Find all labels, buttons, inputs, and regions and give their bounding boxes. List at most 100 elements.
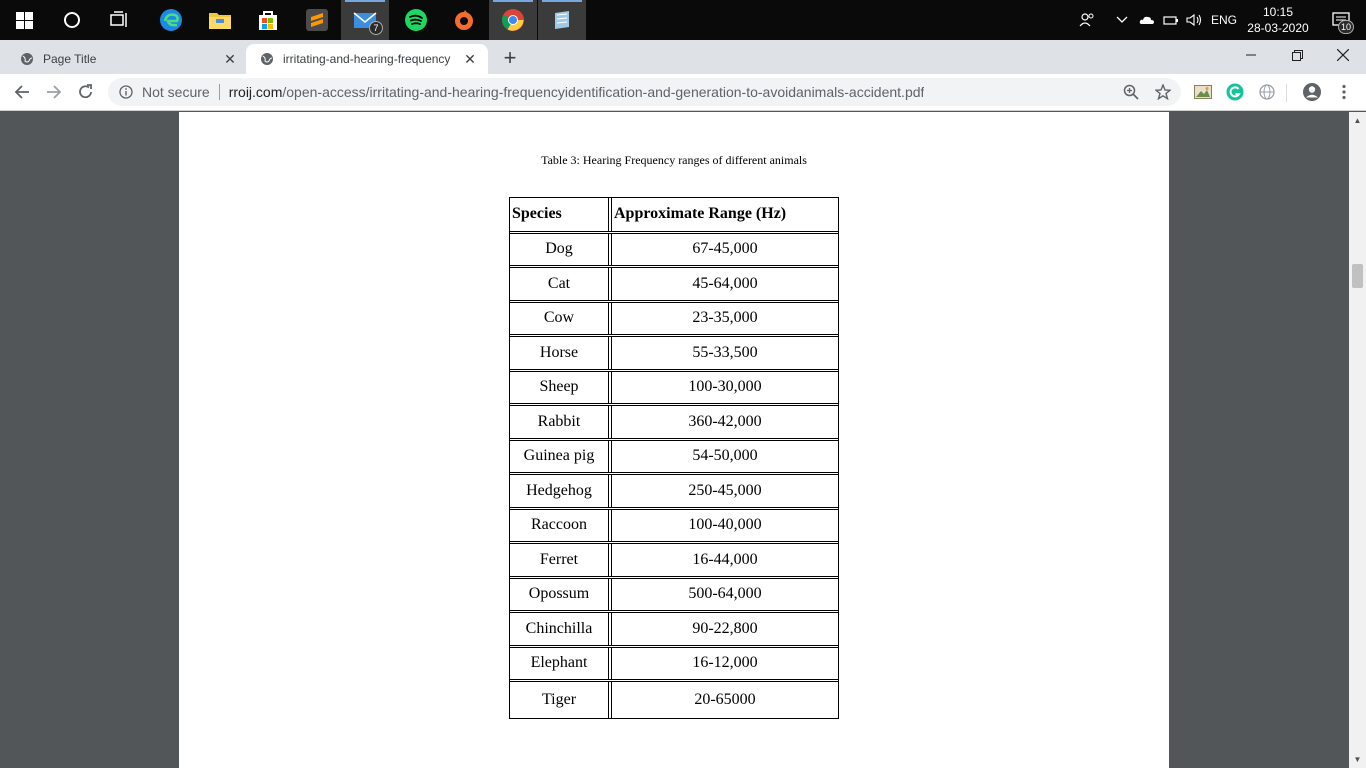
- back-button[interactable]: [8, 78, 36, 106]
- image-extension-button[interactable]: [1191, 80, 1215, 104]
- grammarly-extension-button[interactable]: [1223, 80, 1247, 104]
- minimize-icon: [1246, 54, 1256, 56]
- address-bar[interactable]: Not secure rroij.com/open-access/irritat…: [108, 78, 1181, 106]
- battery-icon: [1163, 16, 1178, 25]
- restore-icon: [1291, 49, 1303, 61]
- range-cell: 250-45,000: [611, 475, 838, 507]
- species-cell: Rabbit: [510, 406, 609, 438]
- restore-button[interactable]: [1274, 40, 1320, 70]
- url-text[interactable]: rroij.com/open-access/irritating-and-hea…: [229, 84, 925, 100]
- header-species: Species: [510, 198, 609, 231]
- clock[interactable]: 10:15 28-03-2020: [1244, 0, 1312, 40]
- tab-page-title[interactable]: Page Title ✕: [0, 44, 246, 74]
- clock-time: 10:15: [1262, 5, 1294, 19]
- species-cell: Cow: [510, 302, 609, 334]
- tab-title: Page Title: [43, 52, 97, 66]
- chevron-up-icon: [1116, 16, 1128, 23]
- task-view-icon: [110, 11, 127, 27]
- spotify-taskbar-button[interactable]: [392, 0, 440, 40]
- windows-logo-icon: [15, 11, 33, 29]
- range-cell: 55-33,500: [611, 337, 838, 369]
- mail-taskbar-button[interactable]: 7: [341, 0, 389, 40]
- edge-icon: [160, 9, 182, 31]
- toolbar-divider: [1286, 84, 1287, 102]
- forward-button[interactable]: [40, 78, 68, 106]
- sublime-taskbar-button[interactable]: [293, 0, 341, 40]
- onedrive-button[interactable]: [1138, 0, 1156, 40]
- new-tab-button[interactable]: +: [496, 44, 524, 72]
- kebab-menu-icon: [1342, 84, 1346, 100]
- range-cell: 54-50,000: [611, 440, 838, 472]
- bookmark-button[interactable]: [1151, 78, 1175, 106]
- notes-taskbar-button[interactable]: [538, 0, 586, 40]
- scrollbar-thumb[interactable]: [1352, 264, 1363, 288]
- grammarly-icon: [1226, 83, 1244, 101]
- info-icon[interactable]: [119, 85, 133, 99]
- notes-icon: [555, 11, 569, 29]
- cortana-search-button[interactable]: [48, 0, 96, 40]
- close-window-button[interactable]: [1320, 40, 1366, 70]
- table-row: Raccoon 100-40,000: [510, 508, 838, 542]
- windows-start-button[interactable]: [0, 0, 48, 40]
- table-row: Cow 23-35,000: [510, 301, 838, 335]
- windows-taskbar: 7 ENG 10:15 28-03-2020 10: [0, 0, 1366, 40]
- origin-taskbar-button[interactable]: [440, 0, 488, 40]
- pdf-viewer[interactable]: Table 3: Hearing Frequency ranges of dif…: [0, 112, 1366, 768]
- minimize-button[interactable]: [1228, 40, 1274, 70]
- vertical-scrollbar[interactable]: ▲ ▼: [1349, 112, 1366, 768]
- species-cell: Elephant: [510, 647, 609, 679]
- origin-icon: [455, 10, 473, 30]
- star-icon: [1155, 84, 1171, 100]
- volume-button[interactable]: [1185, 0, 1205, 40]
- security-label[interactable]: Not secure: [142, 84, 210, 100]
- species-cell: Dog: [510, 233, 609, 265]
- table-row: Horse 55-33,500: [510, 336, 838, 370]
- close-tab-icon[interactable]: ✕: [222, 51, 238, 67]
- people-icon: [1079, 13, 1094, 27]
- globe-icon: [261, 53, 273, 65]
- species-cell: Hedgehog: [510, 475, 609, 507]
- species-cell: Ferret: [510, 544, 609, 576]
- header-range: Approximate Range (Hz): [611, 198, 838, 231]
- arrow-right-icon: [47, 85, 62, 99]
- task-view-button[interactable]: [96, 0, 144, 40]
- web-extension-button[interactable]: [1255, 80, 1279, 104]
- table-row: Guinea pig 54-50,000: [510, 439, 838, 473]
- store-taskbar-button[interactable]: [244, 0, 292, 40]
- scroll-up-arrow-icon[interactable]: ▲: [1349, 112, 1366, 129]
- species-cell: Tiger: [510, 682, 609, 718]
- action-center-button[interactable]: 10: [1318, 0, 1366, 40]
- battery-button[interactable]: [1162, 0, 1180, 40]
- close-icon: [1337, 49, 1349, 61]
- zoom-button[interactable]: [1119, 78, 1143, 106]
- table-row: Cat 45-64,000: [510, 267, 838, 301]
- arrow-left-icon: [14, 85, 29, 99]
- table-row: Sheep 100-30,000: [510, 370, 838, 404]
- tab-pdf[interactable]: irritating-and-hearing-frequency ✕: [246, 44, 488, 74]
- species-cell: Horse: [510, 337, 609, 369]
- file-explorer-taskbar-button[interactable]: [196, 0, 244, 40]
- scroll-down-arrow-icon[interactable]: ▼: [1349, 751, 1366, 768]
- profile-button[interactable]: [1300, 80, 1324, 104]
- show-hidden-icons-button[interactable]: [1114, 0, 1130, 40]
- range-cell: 20-65000: [611, 682, 838, 718]
- edge-taskbar-button[interactable]: [147, 0, 195, 40]
- sublime-icon: [306, 9, 328, 31]
- species-cell: Chinchilla: [510, 613, 609, 645]
- close-tab-icon[interactable]: ✕: [462, 51, 478, 67]
- browser-toolbar: Not secure rroij.com/open-access/irritat…: [0, 74, 1366, 111]
- image-icon: [1194, 85, 1212, 99]
- menu-button[interactable]: [1332, 80, 1356, 104]
- spotify-icon: [405, 9, 427, 31]
- browser-tab-strip: Page Title ✕ irritating-and-hearing-freq…: [0, 40, 1366, 74]
- range-cell: 67-45,000: [611, 233, 838, 265]
- table-header-row: Species Approximate Range (Hz): [510, 198, 838, 232]
- chrome-taskbar-button[interactable]: [489, 0, 537, 40]
- range-cell: 360-42,000: [611, 406, 838, 438]
- reload-button[interactable]: [72, 78, 100, 106]
- table-row: Rabbit 360-42,000: [510, 405, 838, 439]
- language-indicator[interactable]: ENG: [1208, 0, 1240, 40]
- species-cell: Cat: [510, 268, 609, 300]
- range-cell: 45-64,000: [611, 268, 838, 300]
- people-button[interactable]: [1076, 0, 1098, 40]
